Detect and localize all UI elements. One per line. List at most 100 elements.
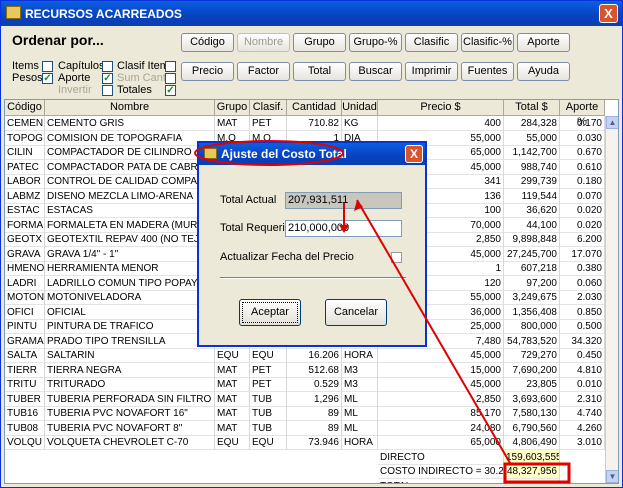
table-cell[interactable]: LADRILLO COMUN TIPO POPAYAN bbox=[45, 275, 215, 291]
table-cell[interactable]: COMPACTADOR DE CILINDRO bbox=[45, 145, 215, 160]
table-cell[interactable]: TUB08 bbox=[5, 420, 45, 436]
pesos-checkbox[interactable]: ✓ bbox=[42, 73, 53, 84]
table-cell[interactable]: 17.070 bbox=[560, 246, 605, 262]
table-cell[interactable]: CEMEN bbox=[5, 116, 45, 131]
table-cell[interactable]: COMPACTADOR PATA DE CABRA bbox=[45, 159, 215, 175]
table-cell[interactable]: ESTAC bbox=[5, 203, 45, 218]
table-cell[interactable]: MOTON bbox=[5, 290, 45, 305]
scroll-down-arrow-icon[interactable]: ▼ bbox=[606, 470, 618, 483]
table-cell[interactable]: MOTONIVELADORA bbox=[45, 290, 215, 305]
table-cell[interactable]: 0.529 bbox=[287, 377, 342, 392]
table-cell[interactable]: 0.060 bbox=[560, 275, 605, 291]
table-cell[interactable]: PRADO TIPO TRENSILLA bbox=[45, 333, 215, 349]
column-header[interactable]: Grupo bbox=[215, 100, 250, 116]
table-cell[interactable]: MAT bbox=[215, 116, 250, 131]
table-cell[interactable]: 54,783,520 bbox=[504, 333, 560, 349]
table-cell[interactable]: 0.450 bbox=[560, 348, 605, 363]
table-cell[interactable]: PET bbox=[250, 116, 287, 131]
table-cell[interactable]: HMENO bbox=[5, 261, 45, 276]
table-cell[interactable]: GEOTEXTIL REPAV 400 (NO TEJIDO) bbox=[45, 232, 215, 247]
table-cell[interactable]: 1,142,700 bbox=[504, 145, 560, 160]
column-header[interactable]: Nombre bbox=[45, 100, 215, 116]
sort-clasific-button[interactable]: Clasific bbox=[405, 33, 458, 52]
column-header[interactable]: Precio $ bbox=[378, 100, 504, 116]
table-cell[interactable]: 36,620 bbox=[504, 203, 560, 218]
table-cell[interactable]: GRAMA bbox=[5, 333, 45, 349]
table-cell[interactable]: MAT bbox=[215, 377, 250, 392]
table-cell[interactable]: PINTURA DE TRAFICO bbox=[45, 319, 215, 334]
table-cell[interactable]: HORA bbox=[342, 435, 378, 450]
table-cell[interactable]: 0.170 bbox=[560, 116, 605, 131]
table-cell[interactable]: 89 bbox=[287, 420, 342, 436]
table-cell[interactable]: 607,218 bbox=[504, 261, 560, 276]
table-cell[interactable]: 0.180 bbox=[560, 174, 605, 189]
table-cell[interactable]: TIERRA NEGRA bbox=[45, 362, 215, 378]
column-header[interactable]: Clasif. bbox=[250, 100, 287, 116]
table-cell[interactable]: FORMA bbox=[5, 217, 45, 233]
table-cell[interactable]: ML bbox=[342, 420, 378, 436]
table-cell[interactable]: TUBERIA PERFORADA SIN FILTRO 2.5" bbox=[45, 391, 215, 407]
column-header[interactable]: Código bbox=[5, 100, 45, 116]
table-cell[interactable]: TUB bbox=[250, 391, 287, 407]
table-cell[interactable]: 45,000 bbox=[378, 377, 504, 392]
table-cell[interactable]: CILIN bbox=[5, 145, 45, 160]
table-cell[interactable]: TUBERIA PVC NOVAFORT 8" bbox=[45, 420, 215, 436]
table-cell[interactable]: PET bbox=[250, 362, 287, 378]
sort-codigo-button[interactable]: Código bbox=[181, 33, 234, 52]
table-cell[interactable]: 44,100 bbox=[504, 217, 560, 233]
sort-nombre-button[interactable]: Nombre bbox=[237, 33, 290, 52]
table-cell[interactable]: 0.070 bbox=[560, 188, 605, 204]
table-cell[interactable]: 73.946 bbox=[287, 435, 342, 450]
table-cell[interactable]: 1,356,408 bbox=[504, 304, 560, 320]
table-cell[interactable]: 0.030 bbox=[560, 130, 605, 146]
table-cell[interactable]: MAT bbox=[215, 391, 250, 407]
vertical-scrollbar[interactable]: ▲ ▼ bbox=[605, 116, 618, 483]
table-cell[interactable]: FORMALETA EN MADERA (MUROS) bbox=[45, 217, 215, 233]
column-header[interactable]: Total $ bbox=[504, 100, 560, 116]
table-cell[interactable]: ESTACAS bbox=[45, 203, 215, 218]
table-cell[interactable]: PET bbox=[250, 377, 287, 392]
totales-checkbox[interactable]: ✓ bbox=[165, 85, 176, 96]
fuentes-button[interactable]: Fuentes bbox=[461, 62, 514, 81]
table-cell[interactable]: 729,270 bbox=[504, 348, 560, 363]
table-cell[interactable]: EQU bbox=[250, 435, 287, 450]
table-cell[interactable]: 0.610 bbox=[560, 159, 605, 175]
table-cell[interactable]: 299,739 bbox=[504, 174, 560, 189]
buscar-button[interactable]: Buscar bbox=[349, 62, 402, 81]
items-checkbox[interactable] bbox=[42, 61, 53, 72]
sort-grupo-button[interactable]: Grupo bbox=[293, 33, 346, 52]
title-bar[interactable]: RECURSOS ACARREADOS X bbox=[1, 1, 622, 26]
table-cell[interactable]: 65,000 bbox=[378, 435, 504, 450]
invertir-checkbox[interactable] bbox=[102, 85, 113, 96]
table-cell[interactable]: 2,850 bbox=[378, 391, 504, 407]
table-cell[interactable]: TRITU bbox=[5, 377, 45, 392]
table-cell[interactable]: 55,000 bbox=[504, 130, 560, 146]
actualizar-fecha-checkbox[interactable] bbox=[391, 252, 402, 263]
table-cell[interactable]: 27,245,700 bbox=[504, 246, 560, 262]
table-cell[interactable]: M3 bbox=[342, 362, 378, 378]
table-cell[interactable]: 15,000 bbox=[378, 362, 504, 378]
table-cell[interactable]: 0.380 bbox=[560, 261, 605, 276]
table-cell[interactable]: 1,296 bbox=[287, 391, 342, 407]
table-cell[interactable]: LABOR bbox=[5, 174, 45, 189]
table-cell[interactable]: TUB bbox=[250, 406, 287, 421]
column-header[interactable]: Aporte % bbox=[560, 100, 605, 128]
table-cell[interactable]: 710.82 bbox=[287, 116, 342, 131]
table-cell[interactable]: PATEC bbox=[5, 159, 45, 175]
table-cell[interactable]: 400 bbox=[378, 116, 504, 131]
sort-total-button[interactable]: Total bbox=[293, 62, 346, 81]
table-cell[interactable]: 0.850 bbox=[560, 304, 605, 320]
table-cell[interactable]: 2.310 bbox=[560, 391, 605, 407]
table-cell[interactable]: CEMENTO GRIS bbox=[45, 116, 215, 131]
cancelar-button[interactable]: Cancelar bbox=[325, 299, 387, 326]
table-cell[interactable]: 988,740 bbox=[504, 159, 560, 175]
table-cell[interactable]: TOPOG bbox=[5, 130, 45, 146]
table-cell[interactable]: LABMZ bbox=[5, 188, 45, 204]
table-cell[interactable]: ML bbox=[342, 406, 378, 421]
table-cell[interactable]: MAT bbox=[215, 406, 250, 421]
capitulos-checkbox[interactable] bbox=[102, 61, 113, 72]
table-cell[interactable]: LADRI bbox=[5, 275, 45, 291]
table-cell[interactable]: 89 bbox=[287, 406, 342, 421]
table-cell[interactable]: 3.010 bbox=[560, 435, 605, 450]
table-cell[interactable]: EQU bbox=[250, 348, 287, 363]
